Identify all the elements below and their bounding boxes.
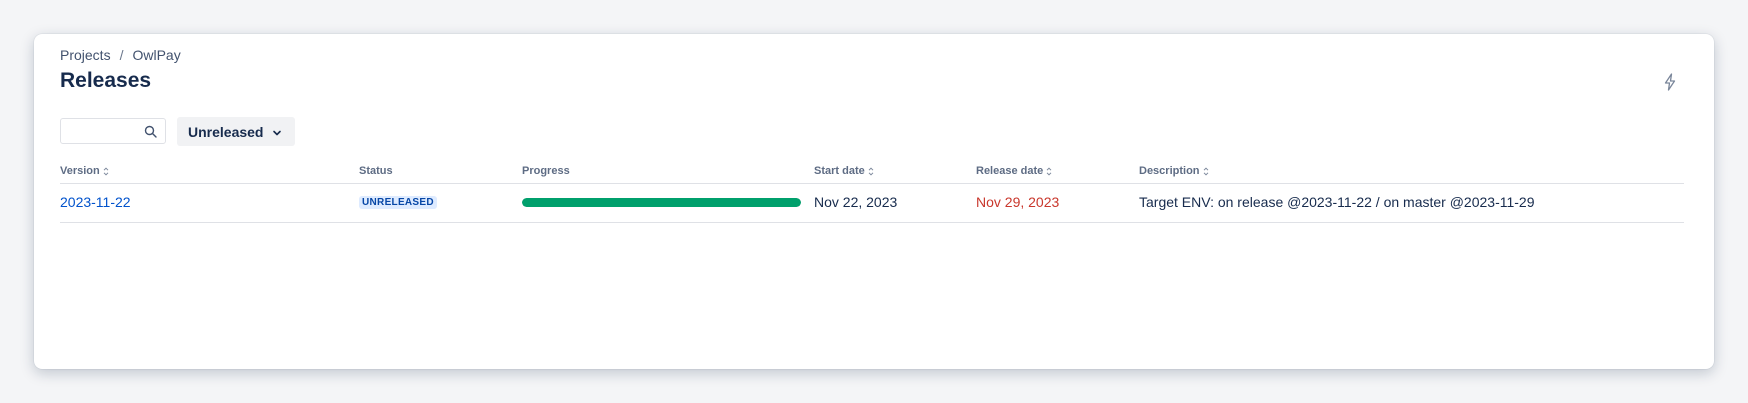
column-header-label: Release date <box>976 165 1044 177</box>
sort-icon <box>1046 166 1052 176</box>
breadcrumb: Projects / OwlPay <box>60 47 181 63</box>
column-header-version[interactable]: Version <box>60 165 109 177</box>
status-badge: UNRELEASED <box>359 195 437 209</box>
column-header-label: Version <box>60 165 100 177</box>
description-cell: Target ENV: on release @2023-11-22 / on … <box>1139 192 1535 212</box>
progress-cell <box>522 192 801 212</box>
start-date: Nov 22, 2023 <box>814 194 898 210</box>
description: Target ENV: on release @2023-11-22 / on … <box>1139 194 1535 210</box>
filter-label: Unreleased <box>188 123 264 140</box>
progress-bar-fill <box>522 197 801 207</box>
version-cell: 2023-11-22 <box>60 192 131 212</box>
progress-bar <box>522 197 801 207</box>
release-date: Nov 29, 2023 <box>976 194 1060 210</box>
release-status-filter-button[interactable]: Unreleased <box>177 117 296 146</box>
column-header-release-date[interactable]: Release date <box>976 165 1052 177</box>
column-header-label: Progress <box>522 165 570 177</box>
column-header-label: Description <box>1139 165 1200 177</box>
status-cell: UNRELEASED <box>359 192 437 212</box>
version-link[interactable]: 2023-11-22 <box>60 194 131 210</box>
sort-icon <box>868 166 874 176</box>
column-header-label: Status <box>359 165 393 177</box>
lightning-bolt-icon[interactable] <box>1660 72 1680 92</box>
start-date-cell: Nov 22, 2023 <box>814 192 897 212</box>
column-header-start-date[interactable]: Start date <box>814 165 874 177</box>
breadcrumb-owlpay-link[interactable]: OwlPay <box>132 47 180 63</box>
search-input[interactable] <box>67 120 151 144</box>
column-header-description[interactable]: Description <box>1139 165 1209 177</box>
column-header-status: Status <box>359 165 393 177</box>
chevron-down-icon <box>271 126 283 138</box>
breadcrumb-projects-link[interactable]: Projects <box>60 47 111 63</box>
sort-icon <box>103 166 109 176</box>
sort-icon <box>1203 166 1208 176</box>
column-header-progress: Progress <box>522 165 570 177</box>
column-header-label: Start date <box>814 165 865 177</box>
page-title: Releases <box>60 69 152 92</box>
breadcrumb-separator: / <box>119 47 124 63</box>
release-date-cell: Nov 29, 2023 <box>976 192 1059 212</box>
search-icon <box>144 125 157 138</box>
search-field[interactable] <box>60 118 166 144</box>
table-header-divider <box>60 183 1684 184</box>
table-row-divider <box>60 222 1684 223</box>
releases-panel: Projects / OwlPay Releases Unreleased Ve… <box>34 34 1714 369</box>
